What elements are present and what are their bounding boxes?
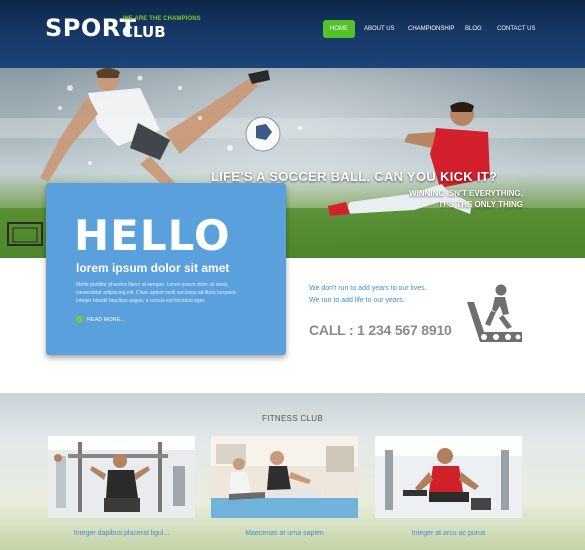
logo-tagline: WE ARE THE CHAMPIONS [123, 16, 201, 22]
fitness-thumb-3[interactable] [375, 436, 522, 518]
nav-item-blog[interactable]: BLOG [465, 20, 482, 38]
fitness-caption-3[interactable]: Integer at arcu ac purus [375, 530, 522, 537]
hello-title: HELLO [74, 211, 231, 260]
motto: We don't run to add years to our lives. … [309, 283, 427, 307]
hero-headline: LIFE'S A SOCCER BALL. CAN YOU KICK IT? [211, 169, 498, 184]
hero-subline: WINNING ISN'T EVERYTHING, IT'S THE ONLY … [409, 188, 523, 210]
hero-subline-1: WINNING ISN'T EVERYTHING, [408, 189, 523, 198]
fitness-thumb-2[interactable] [211, 436, 358, 518]
hello-subtitle: lorem ipsum dolor sit amet [76, 261, 230, 275]
read-more-label: READ MORE... [87, 316, 125, 323]
gym-photo-2 [211, 436, 358, 518]
fitness-thumb-1[interactable] [48, 436, 195, 518]
motto-line-1: We don't run to add years to our lives. [309, 285, 427, 292]
hello-card: HELLO lorem ipsum dolor sit amet Morbi p… [46, 183, 286, 355]
nav-item-about-us[interactable]: ABOUT US [364, 20, 395, 38]
fitness-caption-2[interactable]: Maecenas at urna sapien [211, 530, 358, 537]
phone-number[interactable]: CALL : 1 234 567 8910 [309, 322, 452, 338]
read-more-link[interactable]: READ MORE... [76, 316, 125, 323]
read-more-dot-icon [76, 316, 83, 323]
hero-subline-2: IT'S THE ONLY THING [439, 200, 523, 209]
site-header: SPORT WE ARE THE CHAMPIONS CLUB HOME ABO… [0, 0, 585, 68]
nav-item-championship[interactable]: CHAMPIONSHIP [408, 20, 454, 38]
gym-photo-1 [48, 436, 195, 518]
logo-club-text: CLUB [122, 23, 166, 41]
treadmill-runner-icon [467, 284, 522, 342]
nav-item-home[interactable]: HOME [323, 20, 355, 38]
fitness-title: FITNESS CLUB [262, 414, 323, 423]
motto-line-2: We run to add life to our years. [309, 297, 405, 304]
gym-photo-3 [375, 436, 522, 518]
fitness-caption-1[interactable]: Integer dapibus placerat ligul... [48, 530, 195, 537]
hello-body: Morbi porttitor pharetra libero at sempe… [76, 282, 237, 304]
nav-item-contact-us[interactable]: CONTACT US [497, 20, 535, 38]
